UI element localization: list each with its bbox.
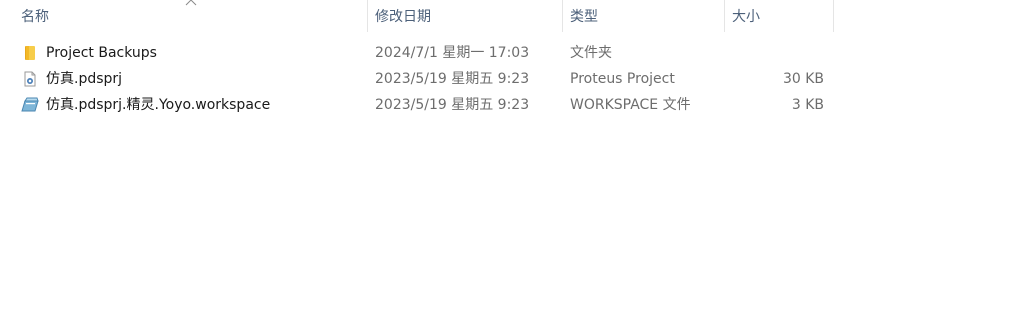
file-type: WORKSPACE 文件 (570, 97, 691, 113)
file-explorer-details-view: 名称 修改日期 类型 大小 Project Backups 2024/7/1 星… (0, 0, 1024, 311)
file-type: 文件夹 (570, 45, 612, 61)
file-name: 仿真.pdsprj.精灵.Yoyo.workspace (46, 97, 271, 113)
file-name: 仿真.pdsprj (46, 71, 123, 87)
column-header-date-modified[interactable]: 修改日期 (368, 0, 562, 32)
file-size (725, 40, 824, 66)
proteus-project-file-icon (21, 66, 39, 92)
file-size: 3 KB (791, 97, 824, 113)
file-type: Proteus Project (570, 71, 675, 87)
file-size: 30 KB (782, 71, 824, 87)
column-divider[interactable] (833, 0, 834, 32)
file-row[interactable]: Project Backups 2024/7/1 星期一 17:03 文件夹 (0, 40, 834, 66)
file-row[interactable]: 仿真.pdsprj 2023/5/19 星期五 9:23 Proteus Pro… (0, 66, 834, 92)
file-date-modified: 2023/5/19 星期五 9:23 (375, 71, 530, 87)
file-date-modified: 2024/7/1 星期一 17:03 (375, 45, 530, 61)
workspace-file-icon (21, 92, 39, 118)
column-header-name[interactable]: 名称 (14, 0, 367, 32)
file-name: Project Backups (46, 45, 157, 61)
file-date-modified: 2023/5/19 星期五 9:23 (375, 97, 530, 113)
column-header-size[interactable]: 大小 (725, 0, 833, 32)
column-header-row: 名称 修改日期 类型 大小 (0, 0, 834, 32)
column-header-type[interactable]: 类型 (563, 0, 724, 32)
folder-icon (21, 40, 39, 66)
file-row[interactable]: 仿真.pdsprj.精灵.Yoyo.workspace 2023/5/19 星期… (0, 92, 834, 118)
file-list: Project Backups 2024/7/1 星期一 17:03 文件夹 仿… (0, 40, 834, 118)
